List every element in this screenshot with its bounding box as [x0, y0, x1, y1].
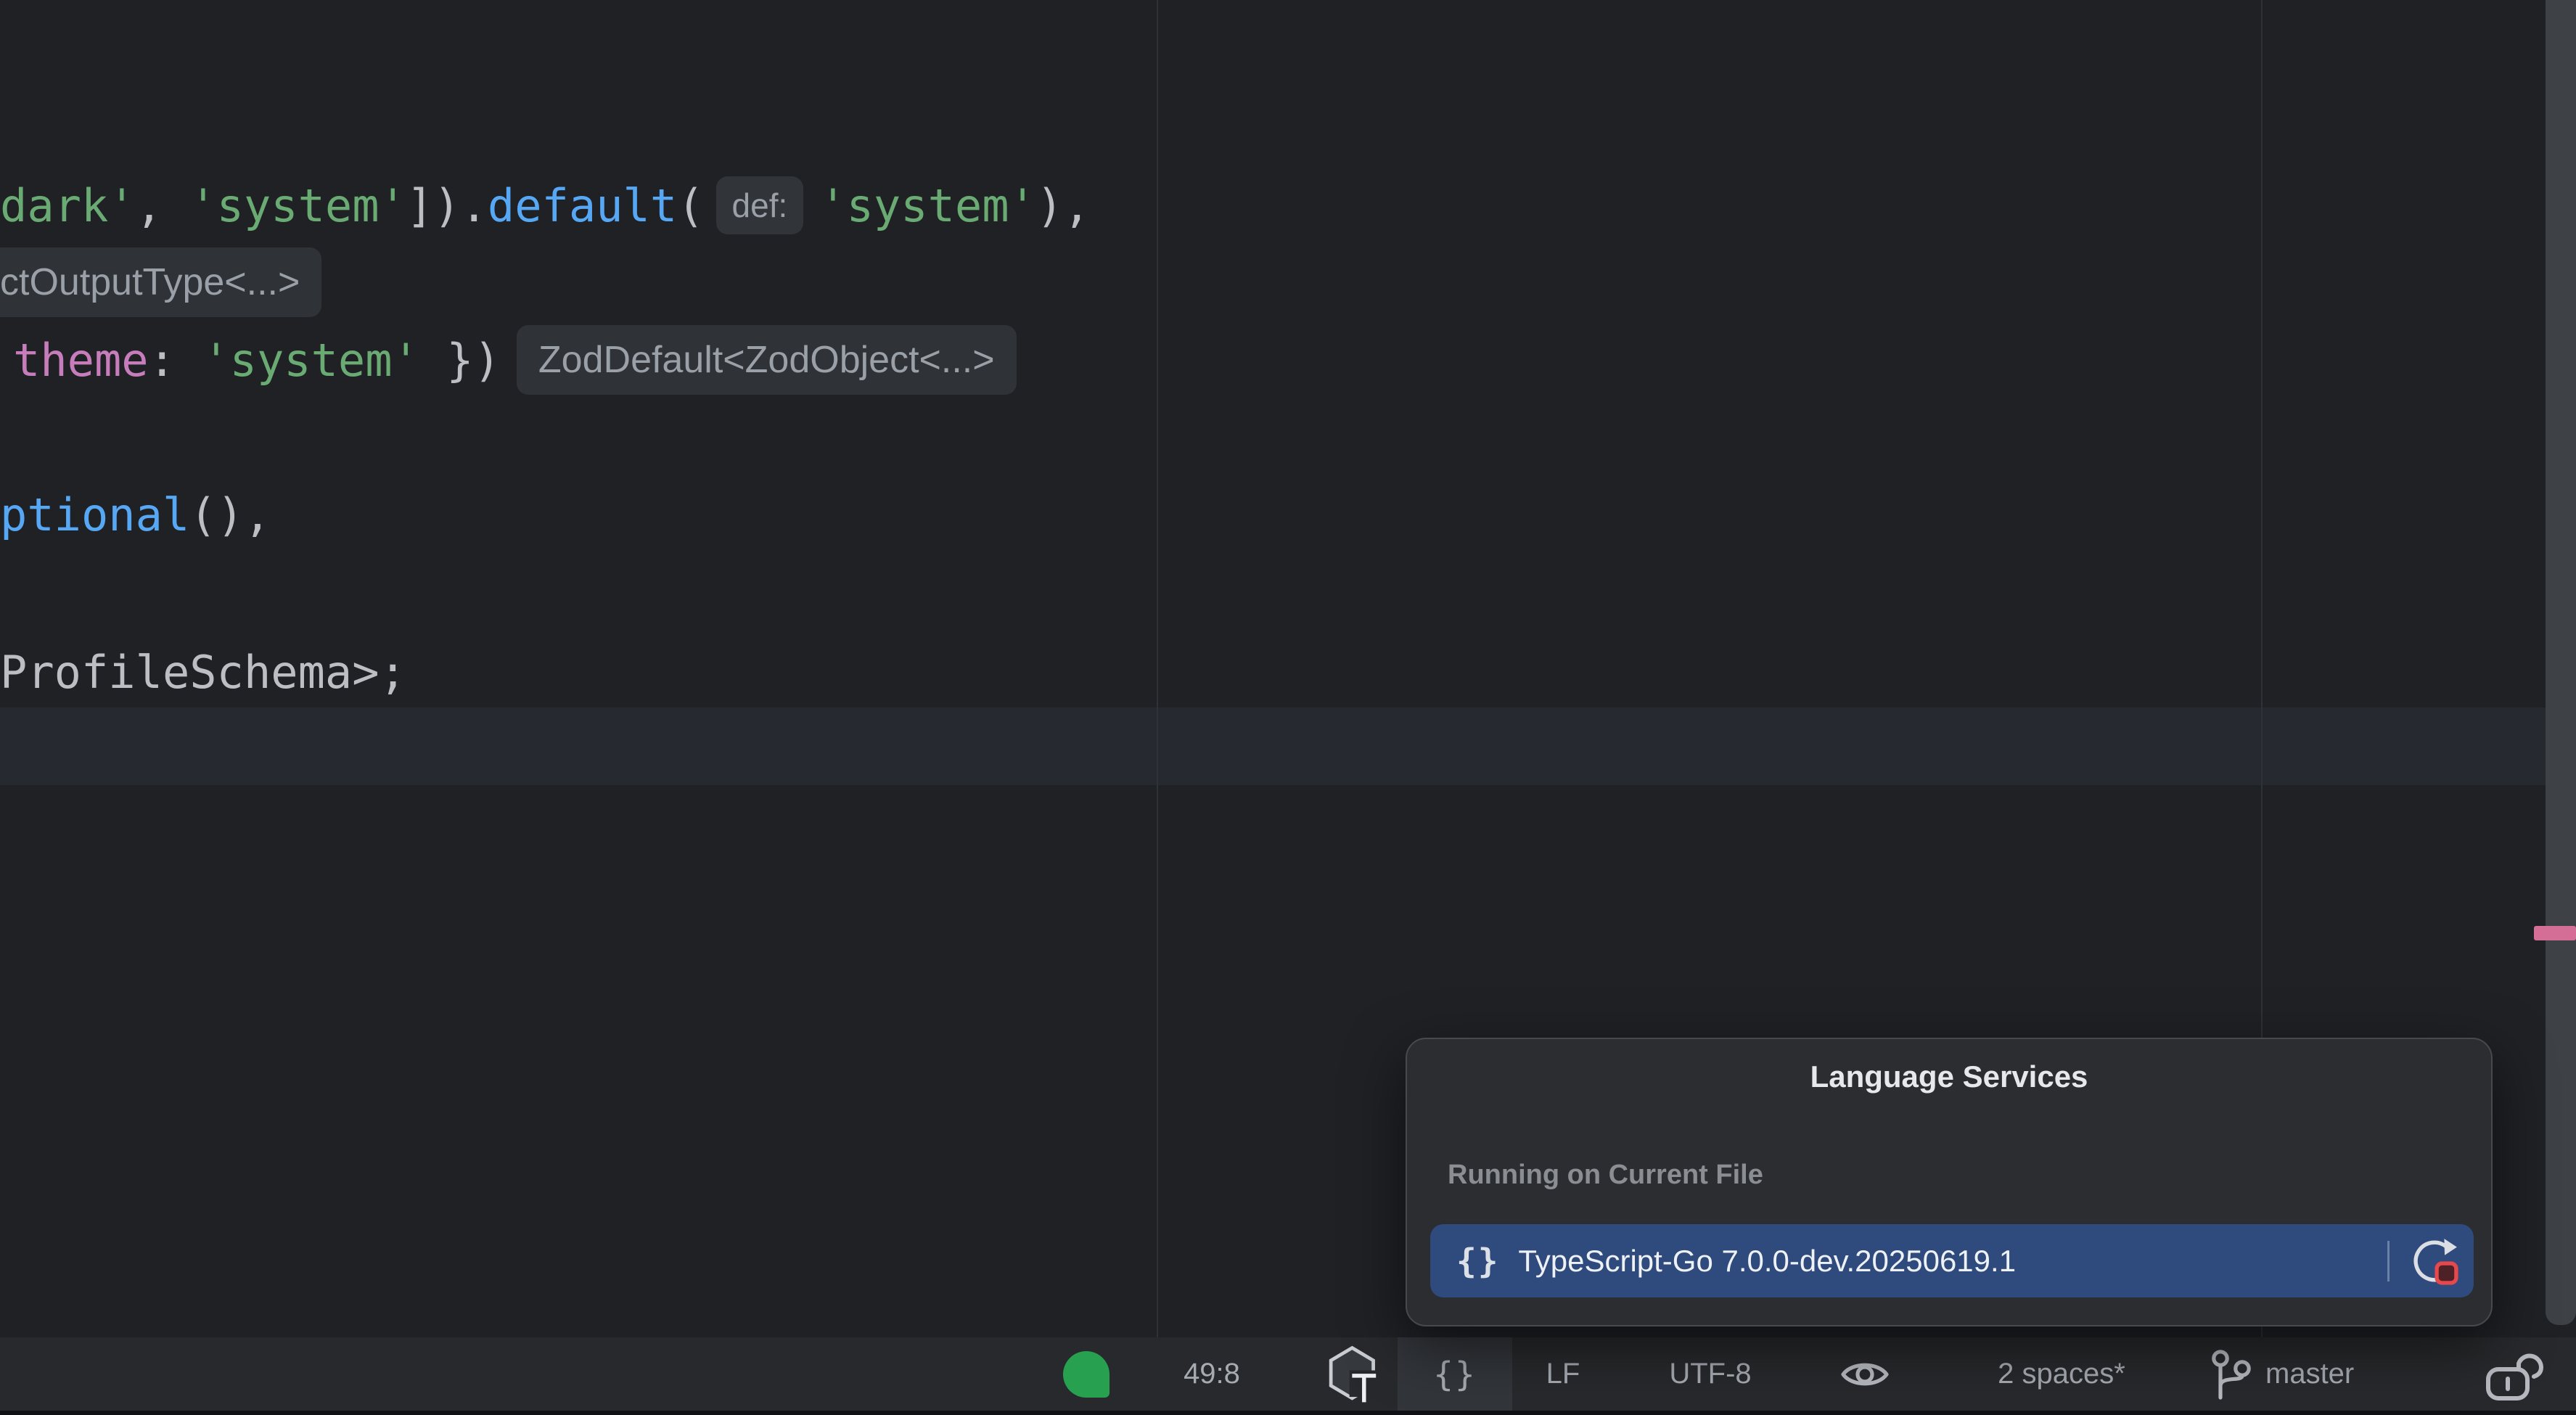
code-line[interactable]: dark', 'system']).default(def: 'system'), — [0, 167, 1091, 244]
reader-mode-widget[interactable] — [1836, 1337, 1894, 1411]
code-token: : — [149, 334, 203, 387]
code-token: ), — [1036, 179, 1091, 232]
language-services-widget[interactable]: {} — [1398, 1337, 1512, 1411]
service-row-typescript-go[interactable]: {} TypeScript-Go 7.0.0-dev.20250619.1 — [1430, 1224, 2474, 1297]
code-token: , — [136, 179, 190, 232]
code-token: dark' — [0, 179, 136, 232]
code-token: ptional — [0, 488, 189, 541]
code-token: 'system' — [202, 334, 419, 387]
code-line[interactable]: ptional(), — [0, 476, 271, 553]
code-token: ProfileSchema>; — [0, 646, 406, 699]
file-lock-widget[interactable] — [2476, 1337, 2556, 1411]
status-bar: 49:8 {} LF UTF-8 2 spaces* — [0, 1337, 2576, 1411]
braces-icon: {} — [1456, 1242, 1499, 1281]
caret-line-highlight — [0, 708, 2576, 785]
type-hint-chip[interactable]: ZodDefault<ZodObject<...> — [517, 325, 1017, 395]
code-line[interactable]: theme: 'system' }) ZodDefault<ZodObject<.… — [13, 321, 1017, 398]
indent-label: 2 spaces* — [1998, 1358, 2125, 1390]
code-line[interactable]: ProfileSchema>; — [0, 633, 406, 710]
restart-and-stop-button[interactable] — [2410, 1236, 2459, 1286]
encoding-label: UTF-8 — [1669, 1358, 1751, 1390]
code-token: 'system' — [819, 179, 1036, 232]
restart-stop-icon — [2411, 1237, 2458, 1285]
git-branch-icon — [2209, 1345, 2255, 1403]
caret-position-label: 49:8 — [1184, 1358, 1240, 1390]
typescript-service-widget[interactable] — [1315, 1337, 1395, 1411]
code-token: default — [488, 179, 677, 232]
popup-section-label: Running on Current File — [1448, 1160, 1763, 1191]
divider — [2387, 1241, 2390, 1281]
line-separator-widget[interactable]: LF — [1519, 1337, 1607, 1411]
code-token: theme — [13, 334, 149, 387]
braces-icon: {} — [1433, 1355, 1476, 1394]
unlocked-icon — [2484, 1346, 2548, 1403]
service-name: TypeScript-Go 7.0.0-dev.20250619.1 — [1518, 1244, 2379, 1279]
type-hint-chip[interactable]: ctOutputType<...> — [0, 247, 321, 317]
parameter-hint-chip[interactable]: def: — [716, 176, 804, 234]
popup-title: Language Services — [1407, 1059, 2491, 1094]
hexagon-typescript-icon — [1324, 1342, 1385, 1406]
caret-position-widget[interactable]: 49:8 — [1161, 1337, 1263, 1411]
code-token: }) — [419, 334, 501, 387]
ide-window: dark', 'system']).default(def: 'system'),… — [0, 0, 2576, 1415]
editor-scrollbar[interactable] — [2546, 0, 2576, 1325]
indent-widget[interactable]: 2 spaces* — [1960, 1337, 2163, 1411]
eye-icon — [1840, 1357, 1890, 1392]
code-token: ]). — [406, 179, 488, 232]
git-branch-label: master — [2265, 1358, 2354, 1390]
code-token: ( — [677, 179, 704, 232]
code-token: (), — [189, 488, 271, 541]
window-edge — [0, 1411, 2576, 1415]
code-line[interactable]: ctOutputType<...> — [0, 244, 321, 321]
error-stripe-marker[interactable] — [2534, 926, 2576, 940]
analysis-status-indicator[interactable] — [1063, 1351, 1109, 1398]
visual-guide-line — [1157, 0, 1158, 1337]
line-separator-label: LF — [1546, 1358, 1580, 1390]
encoding-widget[interactable]: UTF-8 — [1638, 1337, 1783, 1411]
code-token: 'system' — [189, 179, 406, 232]
git-branch-widget[interactable]: master — [2209, 1337, 2427, 1411]
language-services-popup: Language Services Running on Current Fil… — [1406, 1038, 2493, 1326]
